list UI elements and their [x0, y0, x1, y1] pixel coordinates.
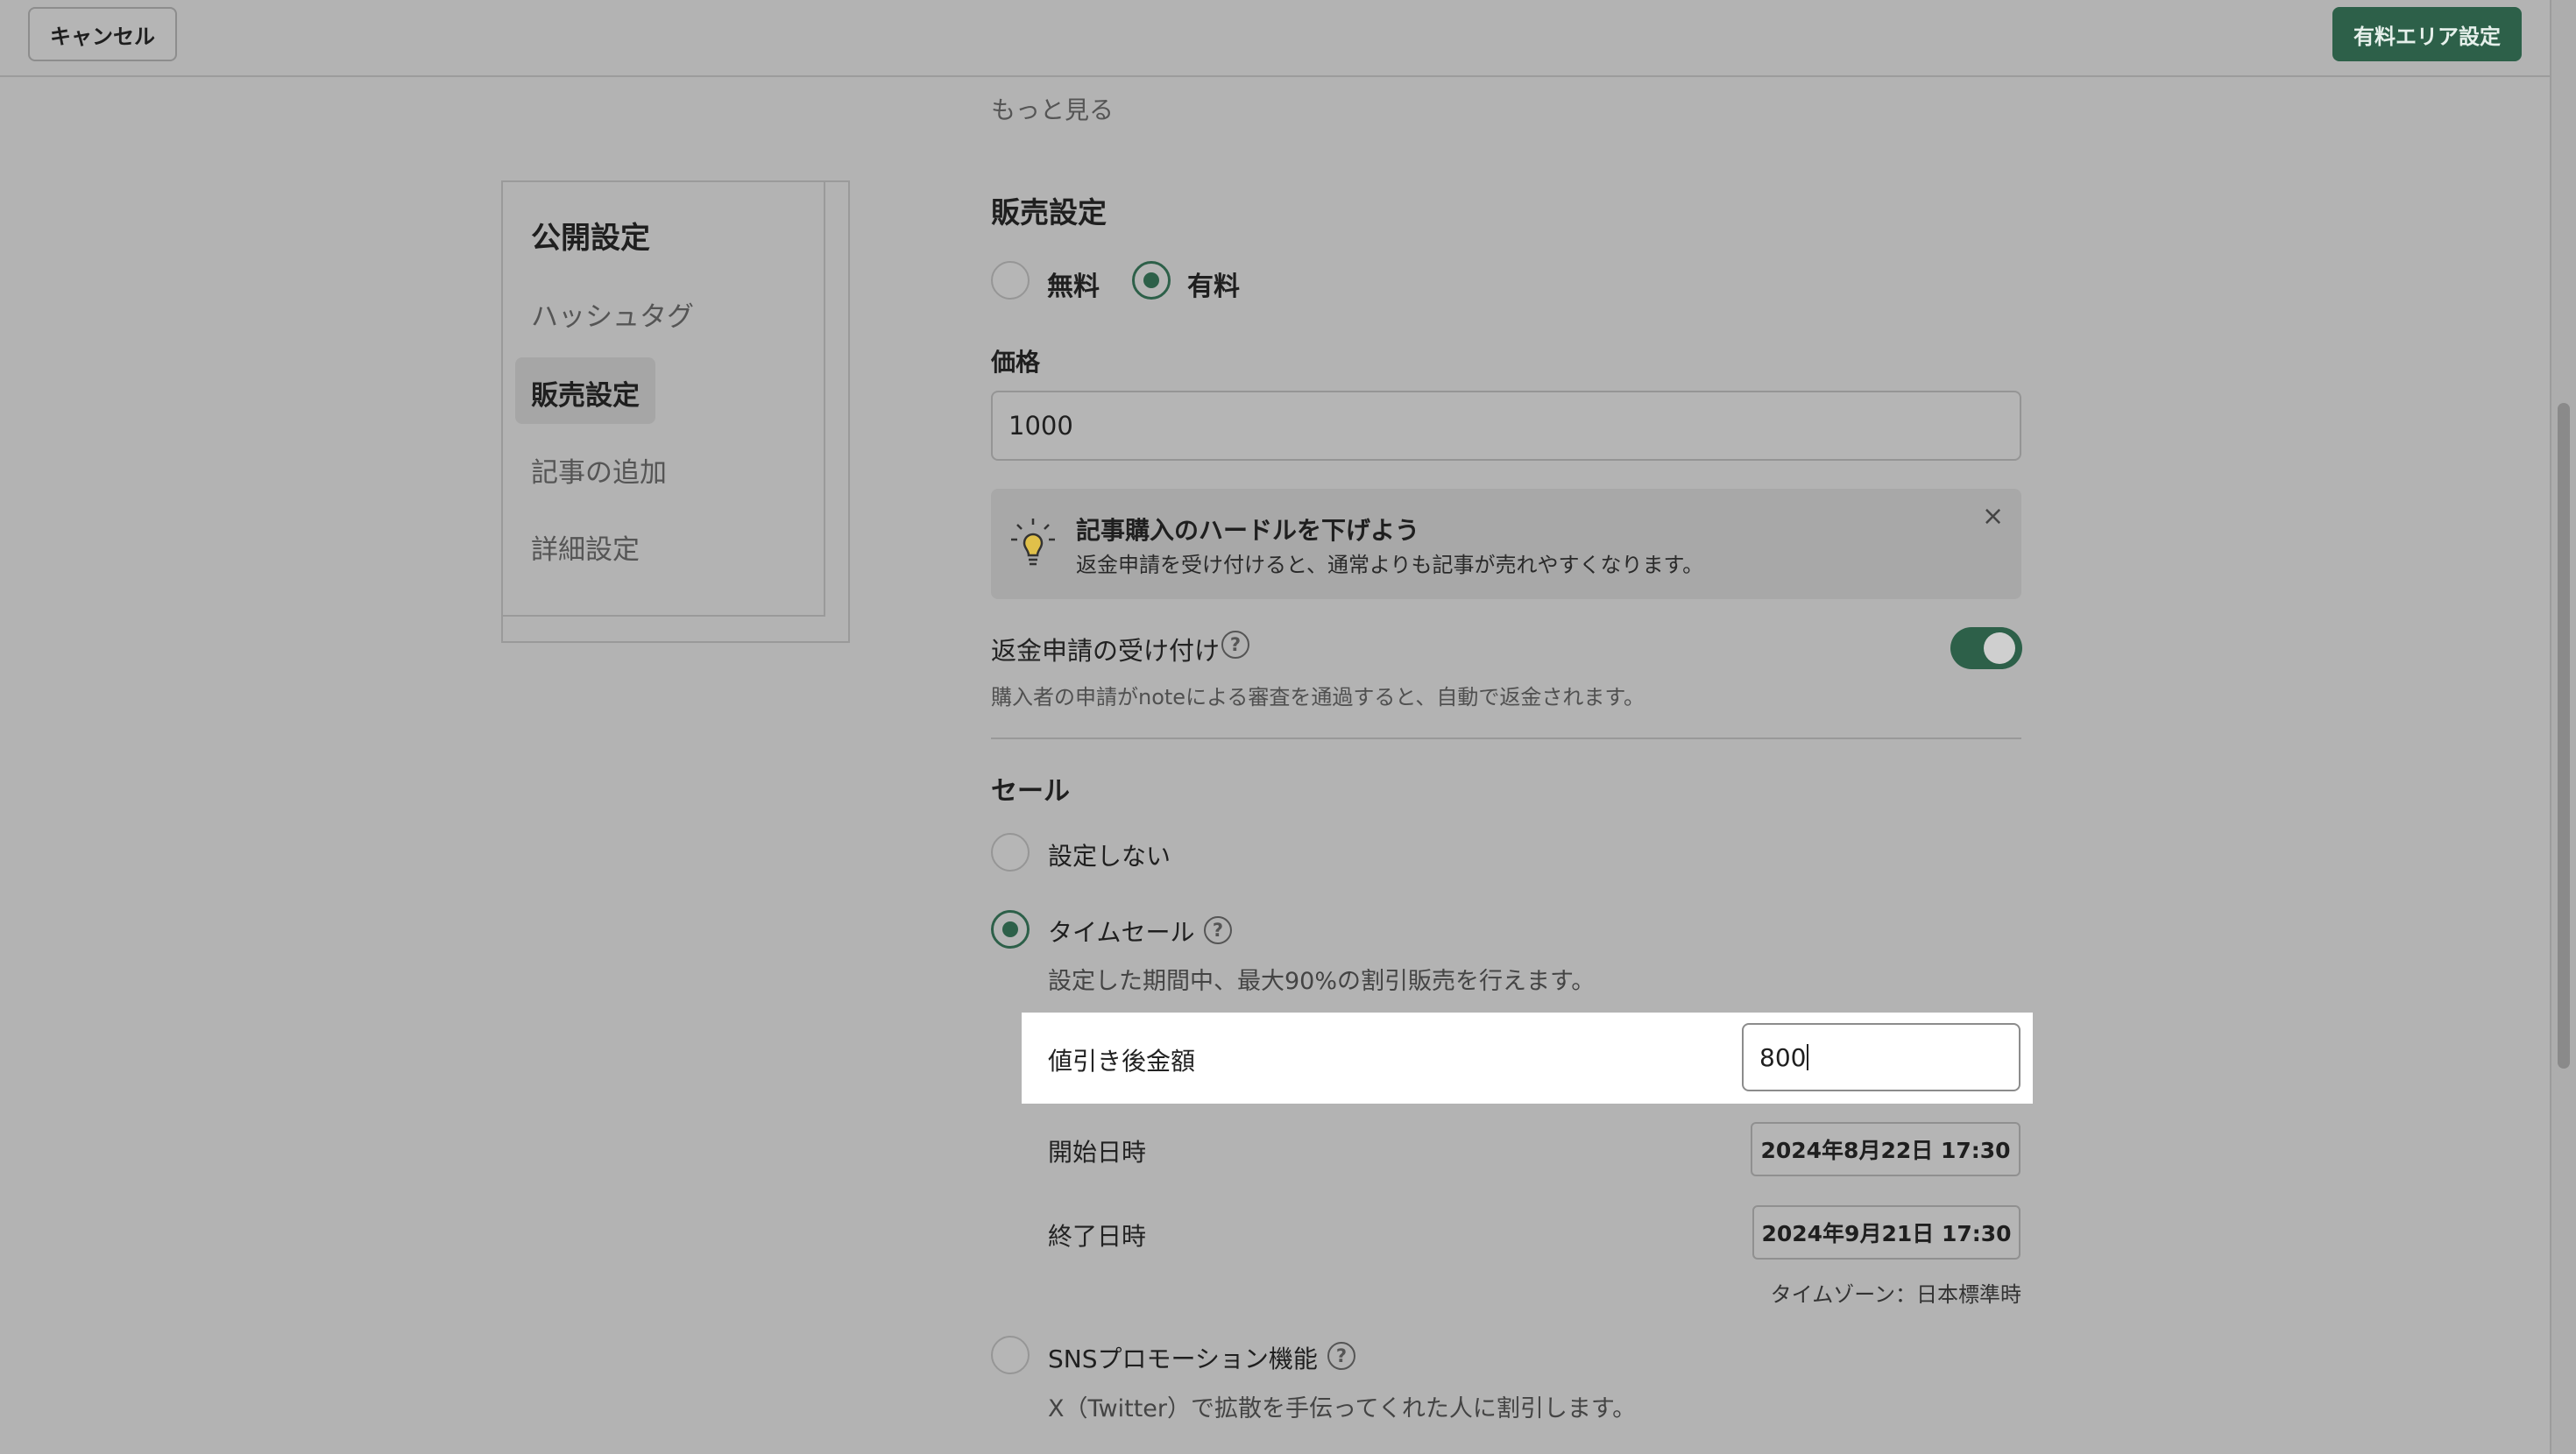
lightbulb-icon: [1011, 519, 1055, 566]
sidebar-item-sales[interactable]: 販売設定: [531, 373, 640, 413]
time-sale-help-icon[interactable]: ?: [1204, 916, 1232, 944]
sales-settings-title: 販売設定: [991, 195, 1107, 229]
refund-toggle-knob: [1984, 632, 2015, 664]
sns-promotion-description: X（Twitter）で拡散を手伝ってくれた人に割引します。: [1048, 1395, 1637, 1422]
discount-price-input[interactable]: 800: [1742, 1023, 2020, 1091]
sns-promotion-radio[interactable]: [991, 1336, 1030, 1374]
end-datetime-button[interactable]: 2024年9月21日 17:30: [1752, 1205, 2020, 1260]
free-radio[interactable]: [991, 261, 1030, 300]
divider: [991, 738, 2021, 739]
sidebar-item-details[interactable]: 詳細設定: [531, 527, 640, 567]
sidebar-item-hashtag[interactable]: ハッシュタグ: [531, 294, 694, 334]
sale-title: セール: [991, 776, 1070, 807]
paid-label: 有料: [1187, 272, 1240, 302]
time-sale-description: 設定した期間中、最大90%の割引販売を行えます。: [1048, 968, 1596, 995]
timezone-note: タイムゾーン：日本標準時: [1770, 1282, 2021, 1307]
scrollbar-thumb[interactable]: [2558, 403, 2570, 1069]
price-label: 価格: [991, 348, 1041, 377]
sale-none-radio[interactable]: [991, 833, 1030, 872]
discount-price-value: 800: [1759, 1042, 1807, 1072]
start-datetime-button[interactable]: 2024年8月22日 17:30: [1751, 1122, 2020, 1176]
price-input[interactable]: 1000: [991, 391, 2021, 461]
paid-radio[interactable]: [1132, 261, 1171, 300]
free-label: 無料: [1047, 272, 1100, 302]
sns-promotion-label: SNSプロモーション機能: [1048, 1345, 1318, 1373]
start-datetime-label: 開始日時: [1048, 1138, 1147, 1167]
refund-label: 返金申請の受け付け: [991, 636, 1221, 666]
tip-text: 返金申請を受け付けると、通常よりも記事が売れやすくなります。: [1076, 553, 1704, 577]
cancel-button[interactable]: キャンセル: [28, 7, 177, 61]
time-sale-radio[interactable]: [991, 910, 1030, 949]
discount-label: 値引き後金額: [1048, 1047, 1196, 1076]
sns-help-icon[interactable]: ?: [1327, 1342, 1355, 1370]
sidebar-title: 公開設定: [531, 221, 650, 256]
refund-description: 購入者の申請がnoteによる審査を通過すると、自動で返金されます。: [991, 685, 1645, 709]
more-link[interactable]: もっと見る: [991, 91, 1114, 126]
text-caret: [1807, 1044, 1809, 1070]
time-sale-label: タイムセール: [1048, 918, 1195, 947]
refund-help-icon[interactable]: ?: [1221, 631, 1249, 659]
close-icon[interactable]: ×: [1982, 501, 2004, 532]
sale-none-label: 設定しない: [1048, 842, 1171, 871]
sidebar-item-add-article[interactable]: 記事の追加: [531, 450, 667, 490]
end-datetime-label: 終了日時: [1048, 1222, 1147, 1251]
top-bar: キャンセル 有料エリア設定: [0, 0, 2576, 77]
paid-area-settings-button[interactable]: 有料エリア設定: [2332, 7, 2522, 61]
tip-title: 記事購入のハードルを下げよう: [1076, 516, 1420, 545]
